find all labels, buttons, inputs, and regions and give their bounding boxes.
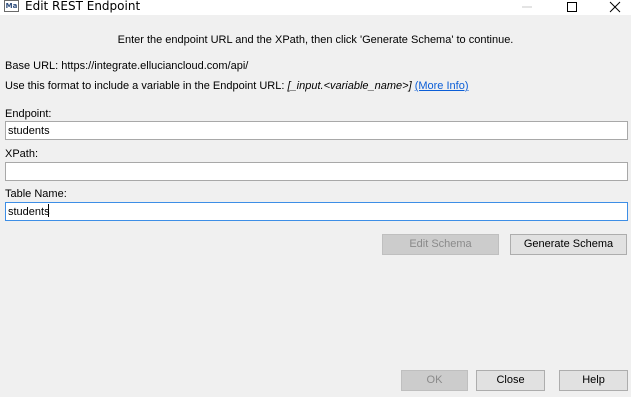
endpoint-input[interactable] <box>5 121 628 140</box>
title-bar[interactable]: Ma Edit REST Endpoint <box>0 0 631 15</box>
maximize-icon <box>567 2 577 12</box>
more-info-link[interactable]: (More Info) <box>415 80 469 92</box>
window-title: Edit REST Endpoint <box>25 0 141 13</box>
text-caret <box>48 204 49 217</box>
base-url-text: Base URL: https://integrate.ellucianclou… <box>5 60 249 72</box>
maximize-button[interactable] <box>557 0 587 13</box>
minimize-button[interactable] <box>512 0 542 13</box>
variable-format: [_input.<variable_name>] <box>287 80 412 92</box>
variable-format-hint: Use this format to include a variable in… <box>5 80 469 92</box>
help-button[interactable]: Help <box>559 370 628 391</box>
xpath-input[interactable] <box>5 162 628 181</box>
ok-button[interactable]: OK <box>401 370 468 391</box>
generate-schema-button[interactable]: Generate Schema <box>510 234 627 255</box>
close-window-button[interactable] <box>600 0 630 13</box>
table-name-input[interactable] <box>5 202 628 221</box>
xpath-label: XPath: <box>5 148 39 160</box>
close-button[interactable]: Close <box>476 370 545 391</box>
close-icon <box>609 1 621 13</box>
table-name-label: Table Name: <box>5 188 67 200</box>
minimize-icon <box>522 6 532 8</box>
endpoint-label: Endpoint: <box>5 108 52 120</box>
hint-prefix: Use this format to include a variable in… <box>5 80 288 92</box>
edit-schema-button[interactable]: Edit Schema <box>382 234 499 255</box>
instruction-text: Enter the endpoint URL and the XPath, th… <box>117 34 514 46</box>
app-icon: Ma <box>4 0 19 12</box>
